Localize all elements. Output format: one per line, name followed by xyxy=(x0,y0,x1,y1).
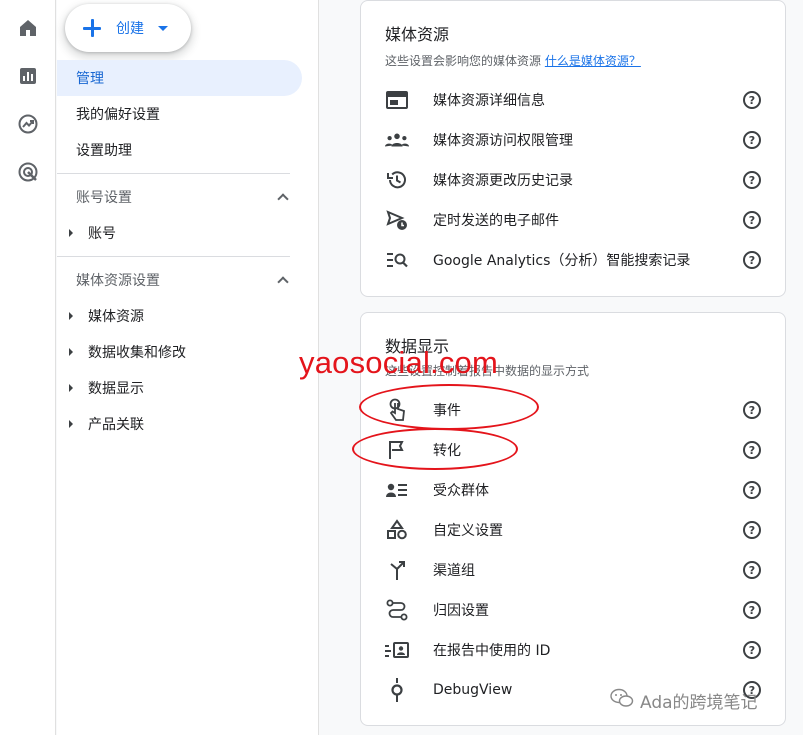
help-icon[interactable]: ? xyxy=(743,561,761,579)
annotation-ellipse-events xyxy=(359,384,539,430)
nav-divider xyxy=(57,173,290,174)
row-custom-definitions[interactable]: 自定义设置 ? xyxy=(361,510,785,550)
chevron-up-icon xyxy=(277,193,289,205)
row-label: 自定义设置 xyxy=(433,523,503,539)
tree-item-data-collection[interactable]: 数据收集和修改 xyxy=(57,334,297,370)
expand-arrow-icon xyxy=(69,384,73,392)
expand-arrow-icon xyxy=(69,312,73,320)
row-search-history[interactable]: Google Analytics（分析）智能搜索记录 ? xyxy=(361,240,785,280)
nav-item-label: 管理 xyxy=(76,71,104,87)
help-icon[interactable]: ? xyxy=(743,521,761,539)
row-label: 媒体资源更改历史记录 xyxy=(433,173,573,189)
scheduled-email-icon xyxy=(385,209,409,231)
row-attribution-settings[interactable]: 归因设置 ? xyxy=(361,590,785,630)
help-icon[interactable]: ? xyxy=(743,481,761,499)
row-label: 媒体资源详细信息 xyxy=(433,93,545,109)
row-label: 受众群体 xyxy=(433,483,489,499)
help-icon[interactable]: ? xyxy=(743,601,761,619)
tree-item-data-display[interactable]: 数据显示 xyxy=(57,370,297,406)
route-icon xyxy=(385,599,409,621)
row-channel-groups[interactable]: 渠道组 ? xyxy=(361,550,785,590)
explore-icon[interactable] xyxy=(12,108,44,140)
row-access-management[interactable]: 媒体资源访问权限管理 ? xyxy=(361,120,785,160)
row-label: 渠道组 xyxy=(433,563,475,579)
nav-item-preferences[interactable]: 我的偏好设置 xyxy=(57,96,297,132)
help-icon[interactable]: ? xyxy=(743,641,761,659)
tree-item-label: 产品关联 xyxy=(88,417,144,433)
row-label: DebugView xyxy=(433,682,513,698)
search-history-icon xyxy=(385,249,409,271)
nav-item-admin[interactable]: 管理 xyxy=(57,60,302,96)
plus-icon xyxy=(81,17,103,39)
tree-item-label: 账号 xyxy=(88,226,116,242)
nav-divider xyxy=(57,256,290,257)
audience-icon xyxy=(385,479,409,501)
admin-nav-panel: 创建 管理 我的偏好设置 设置助理 账号设置 账号 媒体资源设置 媒体资源 数据… xyxy=(57,0,319,735)
row-label: 在报告中使用的 ID xyxy=(433,643,551,659)
annotation-ellipse-conversions xyxy=(352,428,518,470)
chevron-up-icon xyxy=(277,276,289,288)
card-title: 媒体资源 xyxy=(385,25,450,44)
tree-item-label: 媒体资源 xyxy=(88,309,144,325)
help-icon[interactable]: ? xyxy=(743,91,761,109)
tree-item-property[interactable]: 媒体资源 xyxy=(57,298,297,334)
row-reporting-identity[interactable]: 在报告中使用的 ID ? xyxy=(361,630,785,670)
help-icon[interactable]: ? xyxy=(743,441,761,459)
row-label: Google Analytics（分析）智能搜索记录 xyxy=(433,253,691,269)
debug-icon xyxy=(385,678,409,702)
section-property-settings[interactable]: 媒体资源设置 xyxy=(57,262,297,298)
what-is-property-link[interactable]: 什么是媒体资源？ xyxy=(545,54,641,68)
history-icon xyxy=(385,169,409,191)
advertising-icon[interactable] xyxy=(12,156,44,188)
merge-icon xyxy=(385,559,409,581)
help-icon[interactable]: ? xyxy=(743,131,761,149)
row-label: 定时发送的电子邮件 xyxy=(433,213,559,229)
nav-item-setup-assistant[interactable]: 设置助理 xyxy=(57,132,297,168)
card-subtitle: 这些设置会影响您的媒体资源 什么是媒体资源？ xyxy=(385,52,641,69)
row-label: 归因设置 xyxy=(433,603,489,619)
shapes-icon xyxy=(385,519,409,541)
nav-item-label: 设置助理 xyxy=(76,143,132,159)
nav-item-label: 我的偏好设置 xyxy=(76,107,160,123)
create-button-label: 创建 xyxy=(116,21,144,37)
home-icon[interactable] xyxy=(12,12,44,44)
property-card: 媒体资源 这些设置会影响您的媒体资源 什么是媒体资源？ 媒体资源详细信息 ? 媒… xyxy=(360,0,786,297)
create-button[interactable]: 创建 xyxy=(65,4,191,52)
help-icon[interactable]: ? xyxy=(743,251,761,269)
row-audiences[interactable]: 受众群体 ? xyxy=(361,470,785,510)
card-subtitle-text: 这些设置会影响您的媒体资源 xyxy=(385,54,542,68)
expand-arrow-icon xyxy=(69,348,73,356)
section-label: 账号设置 xyxy=(76,190,132,206)
help-icon[interactable]: ? xyxy=(743,171,761,189)
row-label: 媒体资源访问权限管理 xyxy=(433,133,573,149)
wechat-icon xyxy=(610,688,634,713)
property-details-icon xyxy=(385,89,409,111)
expand-arrow-icon xyxy=(69,229,73,237)
reports-icon[interactable] xyxy=(12,60,44,92)
watermark-text: yaosocial.com xyxy=(299,345,499,380)
caret-down-icon xyxy=(158,25,168,31)
wechat-caption: Ada的跨境笔记 xyxy=(610,688,758,713)
tree-item-label: 数据显示 xyxy=(88,381,144,397)
section-account-settings[interactable]: 账号设置 xyxy=(57,179,297,215)
help-icon[interactable]: ? xyxy=(743,211,761,229)
tree-item-product-links[interactable]: 产品关联 xyxy=(57,406,297,442)
row-scheduled-emails[interactable]: 定时发送的电子邮件 ? xyxy=(361,200,785,240)
tree-item-account[interactable]: 账号 xyxy=(57,215,297,251)
help-icon[interactable]: ? xyxy=(743,401,761,419)
icon-rail xyxy=(0,0,56,735)
expand-arrow-icon xyxy=(69,420,73,428)
section-label: 媒体资源设置 xyxy=(76,273,160,289)
id-icon xyxy=(385,639,409,661)
wechat-caption-text: Ada的跨境笔记 xyxy=(640,693,758,713)
tree-item-label: 数据收集和修改 xyxy=(88,345,186,361)
row-property-details[interactable]: 媒体资源详细信息 ? xyxy=(361,80,785,120)
row-change-history[interactable]: 媒体资源更改历史记录 ? xyxy=(361,160,785,200)
people-icon xyxy=(385,129,409,151)
